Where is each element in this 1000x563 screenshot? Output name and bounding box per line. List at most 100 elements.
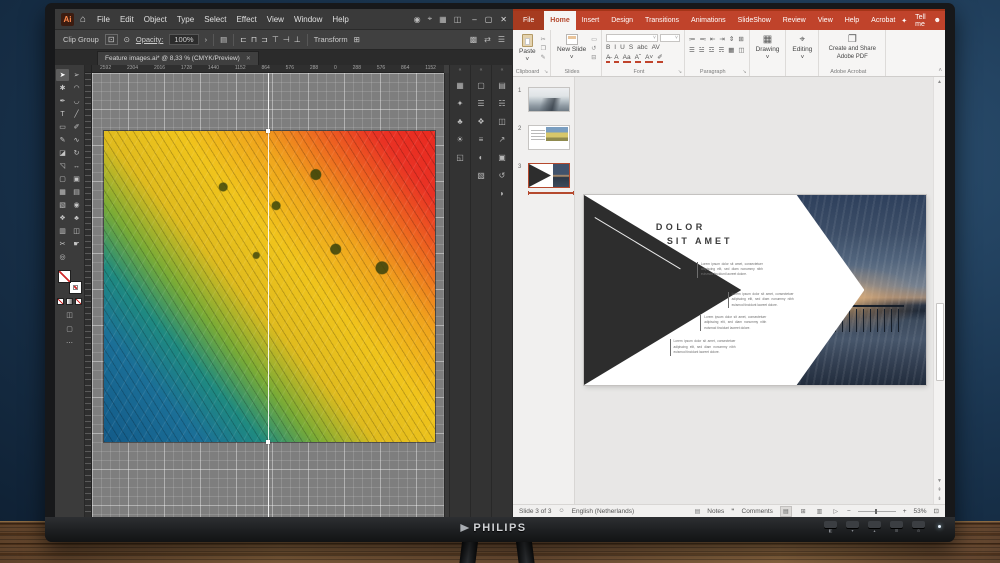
accessibility-icon[interactable]: ☺ xyxy=(559,508,565,514)
create-share-pdf-button[interactable]: ❐ Create and Share Adobe PDF xyxy=(823,34,881,61)
asset-export-icon[interactable]: ▣ xyxy=(498,152,506,163)
ribbon-tab[interactable]: View xyxy=(812,11,839,30)
ribbon-tab[interactable]: Acrobat xyxy=(865,11,901,30)
align-top-icon[interactable]: ⊤ xyxy=(272,35,279,44)
transform-icon[interactable]: ▢ xyxy=(477,80,485,91)
gradient-tool[interactable]: ▧ xyxy=(56,199,69,211)
down-button[interactable]: ▾ xyxy=(846,521,859,533)
transform-button[interactable]: Transform xyxy=(314,35,348,44)
ribbon-tab[interactable]: Animations xyxy=(685,11,732,30)
slideshow-button[interactable]: ▷ xyxy=(831,507,840,516)
color-button[interactable] xyxy=(57,298,64,305)
clear-formatting-button[interactable]: A̶ xyxy=(606,54,610,63)
panel-menu-icon[interactable]: ☰ xyxy=(498,35,505,44)
export-icon[interactable]: ↗ xyxy=(499,134,506,145)
input-button[interactable]: ◧ xyxy=(824,521,837,533)
target-icon[interactable]: ⊙ xyxy=(124,35,130,44)
opacity-caret-icon[interactable]: › xyxy=(205,35,208,44)
language-indicator[interactable]: English (Netherlands) xyxy=(572,508,635,515)
feather-image[interactable] xyxy=(104,131,435,442)
shuffle-icon[interactable]: ⇄ xyxy=(484,35,491,44)
free-transform-tool[interactable]: ▢ xyxy=(56,173,69,185)
align-bottom-icon[interactable]: ⊥ xyxy=(294,35,301,44)
menu-item[interactable]: File xyxy=(92,15,115,24)
slide-thumbnail-preview[interactable] xyxy=(528,87,570,112)
previous-slide-button[interactable]: ⇞ xyxy=(937,487,941,493)
monitor-button[interactable] xyxy=(824,521,837,528)
fill-swatch[interactable] xyxy=(58,270,71,283)
scrollbar-thumb[interactable] xyxy=(936,303,944,381)
slide-thumbnail[interactable]: 1 xyxy=(518,87,574,112)
scroll-down-icon[interactable]: ▼ xyxy=(937,478,942,484)
section-button[interactable]: ⊟ xyxy=(591,54,597,61)
align-icon[interactable]: ☰ xyxy=(477,98,484,109)
screen-mode-icon[interactable]: ▢ xyxy=(66,325,73,333)
ribbon-tab[interactable]: Review xyxy=(777,11,812,30)
pathfinder-icon[interactable]: ❖ xyxy=(477,116,484,127)
font-size-select[interactable]: ˅ xyxy=(660,34,680,42)
paintbrush-tool[interactable]: ✐ xyxy=(70,121,83,133)
slide-thumbnail-preview[interactable] xyxy=(528,125,570,150)
align-middle-icon[interactable]: ⊣ xyxy=(283,35,290,44)
menu-item[interactable]: Effect xyxy=(231,15,261,24)
brushes-icon[interactable]: ✦ xyxy=(457,98,464,109)
highlight-button[interactable]: ✐ xyxy=(657,53,662,63)
power-button[interactable]: ⊙ xyxy=(912,521,925,533)
ribbon-tab[interactable]: Help xyxy=(839,11,865,30)
none-button[interactable] xyxy=(75,298,82,305)
close-button[interactable]: ✕ xyxy=(500,15,507,24)
tab-close-icon[interactable]: ✕ xyxy=(246,55,251,62)
zoom-level[interactable]: 53% xyxy=(914,508,927,515)
history-icon[interactable]: ↺ xyxy=(499,170,506,181)
line-tool[interactable]: ╱ xyxy=(70,108,83,120)
direct-selection-tool[interactable]: ➢ xyxy=(70,69,83,81)
search-icon[interactable]: ⌖ xyxy=(428,14,433,24)
shaper-tool[interactable]: ∿ xyxy=(70,134,83,146)
notes-button[interactable]: Notes xyxy=(707,508,724,515)
ribbon-tab[interactable]: Design xyxy=(605,11,639,30)
layers-icon[interactable]: ▤ xyxy=(498,80,506,91)
draw-mode-icon[interactable]: ◫ xyxy=(66,311,73,319)
align-center-icon[interactable]: ⊓ xyxy=(251,35,257,44)
line-spacing-button[interactable]: ⇕ xyxy=(729,35,734,43)
pencil-tool[interactable]: ✎ xyxy=(56,134,69,146)
toolbar-ellipsis-icon[interactable]: ⋯ xyxy=(66,339,73,347)
align-center-button[interactable]: ☱ xyxy=(699,46,705,54)
scroll-up-icon[interactable]: ▲ xyxy=(937,79,942,85)
ribbon-tab[interactable]: File xyxy=(513,11,544,30)
next-slide-button[interactable]: ⇟ xyxy=(937,496,941,502)
menu-item[interactable]: Type xyxy=(172,15,199,24)
menu-item[interactable]: Help xyxy=(327,15,353,24)
monitor-button[interactable] xyxy=(846,521,859,528)
color-guide-icon[interactable]: ▦ xyxy=(456,80,464,91)
numbering-button[interactable]: ≕ xyxy=(699,35,706,43)
selection-handle-top[interactable] xyxy=(266,129,270,133)
collapse-panel-icon[interactable]: « xyxy=(459,67,462,73)
dialog-launcher-icon[interactable]: ↘ xyxy=(544,69,548,75)
align-text-button[interactable]: ◫ xyxy=(738,46,744,54)
blend-tool[interactable]: ❖ xyxy=(56,212,69,224)
minimize-button[interactable]: – xyxy=(472,15,476,24)
align-right-icon[interactable]: ⊐ xyxy=(261,35,268,44)
lasso-tool[interactable]: ◠ xyxy=(70,82,83,94)
slice-tool[interactable]: ✂ xyxy=(56,238,69,250)
document-tab[interactable]: Feature images.ai* @ 8,33 % (CMYK/Previe… xyxy=(97,51,259,65)
tell-me-button[interactable]: Tell me xyxy=(915,14,926,28)
home-icon[interactable]: ⌂ xyxy=(80,14,86,25)
graph-tool[interactable]: ▥ xyxy=(56,225,69,237)
paste-button[interactable]: Paste ˅ xyxy=(517,34,538,63)
ribbon-tab[interactable]: SlideShow xyxy=(732,11,777,30)
rectangle-tool[interactable]: ▭ xyxy=(56,121,69,133)
bullets-button[interactable]: ≔ xyxy=(689,35,696,43)
gradient-button[interactable] xyxy=(66,298,73,305)
zoom-in-button[interactable]: + xyxy=(903,508,907,515)
gradient-icon[interactable]: ▧ xyxy=(477,170,485,181)
transparency-grid[interactable] xyxy=(92,73,444,517)
menu-item[interactable]: Edit xyxy=(115,15,139,24)
artboards-icon[interactable]: ◫ xyxy=(498,116,506,127)
color-icon[interactable]: ☀ xyxy=(456,134,463,145)
menu-item[interactable]: Window xyxy=(289,15,327,24)
pen-tool[interactable]: ✒ xyxy=(56,95,69,107)
maximize-button[interactable]: ▢ xyxy=(485,15,493,24)
reset-button[interactable]: ↺ xyxy=(591,45,597,52)
